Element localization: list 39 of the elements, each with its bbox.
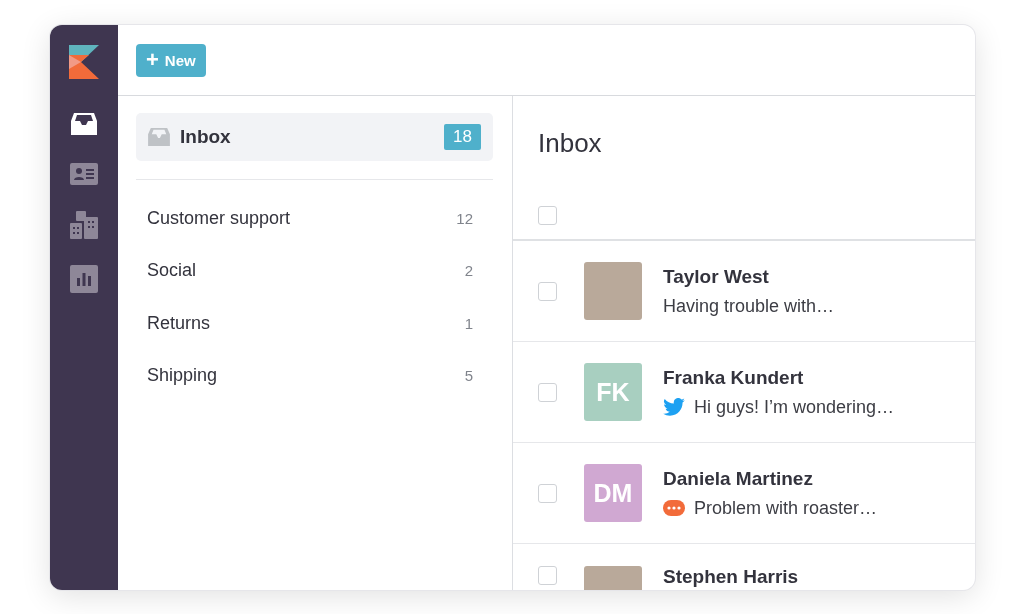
folder-count: 12 [456,209,473,227]
inbox-nav-icon[interactable] [70,111,98,137]
folder-count: 1 [464,314,473,332]
chart-nav-icon[interactable] [70,265,98,293]
folder-label: Returns [147,312,211,334]
logo-icon [69,45,99,79]
folder-label: Social [147,260,197,282]
list-title: Inbox [537,127,603,154]
row-checkbox[interactable] [538,566,557,585]
sender-name: Daniela Martinez [663,467,814,490]
folder-label: Customer support [147,207,291,229]
contact-nav-icon[interactable] [70,163,98,185]
folder-label: Inbox [180,126,232,148]
folder-count: 5 [464,367,473,385]
chat-bubble-icon [663,500,685,516]
row-checkbox[interactable] [538,281,557,301]
folder-item[interactable]: Returns 1 [136,297,493,350]
initials-avatar: DM [584,464,642,522]
folder-label: Shipping [147,365,218,387]
row-checkbox[interactable] [538,483,557,503]
buildings-nav-icon[interactable] [70,211,98,239]
select-all-checkbox[interactable] [538,206,557,225]
folder-item[interactable]: Social 2 [136,244,493,297]
message-preview: Hi guys! I’m wondering… [694,396,895,418]
message-preview: Problem with roaster… [694,497,878,519]
sender-name: Stephen Harris [663,566,799,588]
message-preview: Having trouble with… [663,295,835,317]
inbox-icon [148,127,170,147]
folder-count: 2 [464,262,473,280]
unread-count-badge: 18 [444,124,481,150]
sender-name: Taylor West [663,265,770,288]
folder-item[interactable]: Customer support 12 [136,192,493,245]
photo-placeholder [584,262,642,320]
bird-icon [663,398,685,416]
folder-item[interactable]: Shipping 5 [136,349,493,402]
inbox-folder[interactable]: Inbox 18 [136,113,493,161]
sender-name: Franka Kundert [663,366,805,389]
row-checkbox[interactable] [538,382,557,402]
initials-avatar: FK [584,363,642,421]
